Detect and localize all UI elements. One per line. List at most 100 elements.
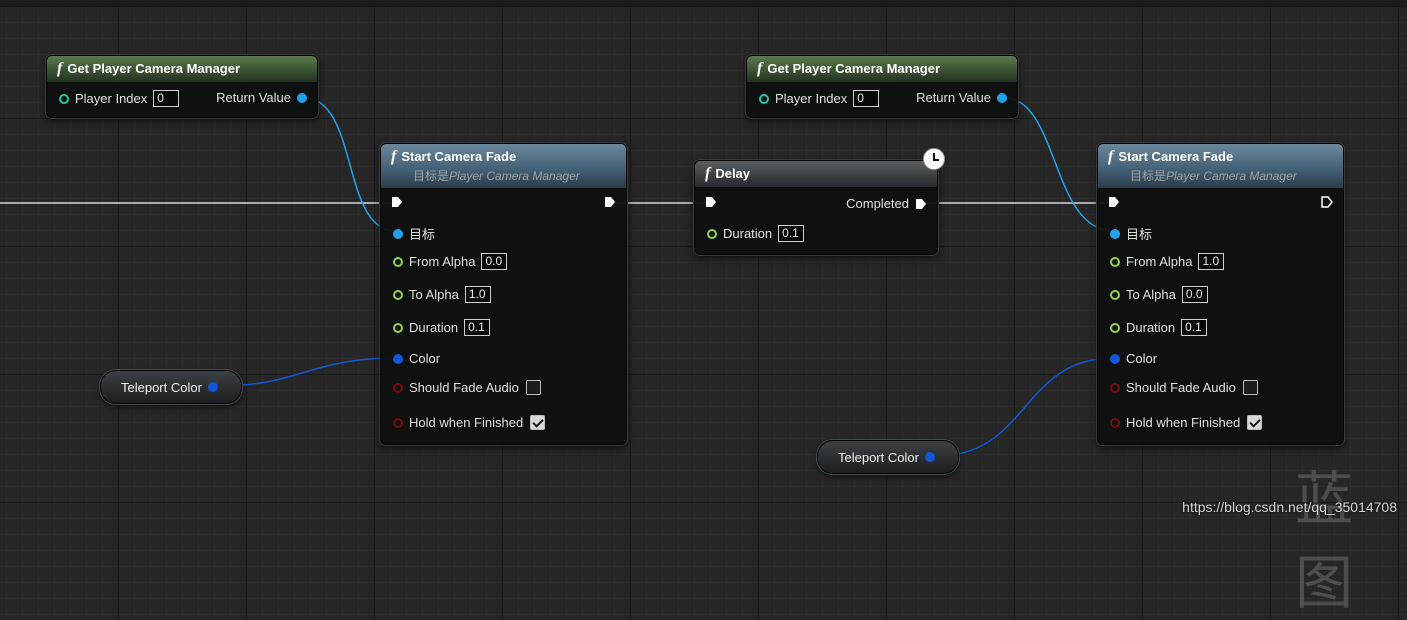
struct-pin-icon[interactable] (924, 452, 935, 462)
start-camera-fade-node-2[interactable]: f Start Camera Fade 目标是Player Camera Mana… (1097, 143, 1344, 445)
function-icon: f (705, 165, 711, 182)
watermark-big-text: 蓝图 (1295, 465, 1358, 617)
get-player-camera-manager-node-2[interactable]: f Get Player Camera Manager Player Index … (746, 55, 1018, 118)
object-pin-icon[interactable] (997, 92, 1007, 103)
color-pin-row[interactable]: Color (1110, 351, 1157, 366)
to-alpha-pin-row[interactable]: To Alpha 1.0 (393, 286, 491, 303)
pin-label: 目标 (1126, 227, 1153, 242)
struct-pin-icon[interactable] (207, 382, 218, 392)
int-pin-icon[interactable] (59, 93, 69, 104)
exec-in-pin-icon[interactable] (705, 196, 717, 208)
duration-input[interactable]: 0.1 (778, 225, 805, 242)
node-header[interactable]: f Start Camera Fade 目标是Player Camera Mana… (1098, 144, 1343, 188)
from-alpha-pin-row[interactable]: From Alpha 1.0 (1110, 253, 1225, 270)
clock-icon (923, 148, 945, 170)
from-alpha-pin-row[interactable]: From Alpha 0.0 (393, 253, 508, 270)
pin-label: Duration (723, 226, 773, 241)
teleport-color-variable-node-1[interactable]: Teleport Color (100, 370, 242, 404)
exec-in-pin-icon[interactable] (1108, 196, 1120, 208)
player-index-input[interactable]: 0 (153, 90, 180, 107)
hold-when-finished-checkbox[interactable] (1247, 415, 1263, 430)
object-pin-icon[interactable] (297, 92, 307, 103)
pin-label: Should Fade Audio (409, 380, 519, 395)
hold-when-finished-checkbox[interactable] (530, 415, 546, 430)
float-pin-icon[interactable] (393, 322, 403, 333)
pin-label: Color (1126, 351, 1158, 366)
color-wire-1[interactable] (217, 357, 397, 387)
color-pin-row[interactable]: Color (393, 351, 440, 366)
to-alpha-input[interactable]: 1.0 (464, 286, 491, 303)
float-pin-icon[interactable] (1110, 322, 1120, 333)
should-fade-audio-pin-row[interactable]: Should Fade Audio (1110, 380, 1258, 395)
from-alpha-input[interactable]: 1.0 (1198, 253, 1225, 270)
pin-label: To Alpha (1126, 287, 1176, 302)
pin-label: To Alpha (409, 287, 459, 302)
target-pin-row[interactable]: 目标 (1110, 224, 1152, 243)
should-fade-audio-checkbox[interactable] (525, 380, 541, 395)
teleport-color-variable-node-2[interactable]: Teleport Color (817, 440, 959, 474)
player-index-pin-row[interactable]: Player Index 0 (59, 90, 180, 107)
return-value-pin-row[interactable]: Return Value (916, 90, 1007, 105)
duration-pin-row[interactable]: Duration 0.1 (1110, 319, 1208, 336)
pin-label: Player Index (775, 91, 848, 106)
float-pin-icon[interactable] (393, 289, 403, 300)
hold-when-finished-pin-row[interactable]: Hold when Finished (1110, 415, 1263, 430)
float-pin-icon[interactable] (707, 228, 717, 239)
should-fade-audio-pin-row[interactable]: Should Fade Audio (393, 380, 541, 395)
duration-input[interactable]: 0.1 (1181, 319, 1208, 336)
int-pin-icon[interactable] (759, 93, 769, 104)
exec-in-pin-row[interactable] (705, 196, 723, 208)
exec-out-pin-row[interactable] (1321, 196, 1333, 208)
duration-pin-row[interactable]: Duration 0.1 (393, 319, 491, 336)
get-player-camera-manager-node-1[interactable]: f Get Player Camera Manager Player Index … (46, 55, 318, 118)
player-index-input[interactable]: 0 (853, 90, 880, 107)
player-index-pin-row[interactable]: Player Index 0 (759, 90, 880, 107)
duration-pin-row[interactable]: Duration 0.1 (707, 225, 805, 242)
color-wire-2[interactable] (935, 357, 1115, 457)
to-alpha-pin-row[interactable]: To Alpha 0.0 (1110, 286, 1208, 303)
node-header[interactable]: f Get Player Camera Manager (47, 56, 317, 82)
exec-out-pin-icon[interactable] (915, 198, 927, 210)
exec-out-pin-row[interactable] (604, 196, 616, 208)
delay-node[interactable]: f Delay Completed Duration 0.1 (694, 160, 938, 255)
bool-pin-icon[interactable] (393, 417, 403, 428)
variable-label: Teleport Color (121, 379, 202, 395)
exec-out-pin-icon[interactable] (1321, 196, 1333, 208)
to-alpha-input[interactable]: 0.0 (1181, 286, 1208, 303)
from-alpha-input[interactable]: 0.0 (481, 253, 508, 270)
float-pin-icon[interactable] (1110, 289, 1120, 300)
pin-label: From Alpha (1126, 254, 1193, 269)
hold-when-finished-pin-row[interactable]: Hold when Finished (393, 415, 546, 430)
pin-label: Duration (409, 320, 459, 335)
object-pin-icon[interactable] (1110, 228, 1120, 239)
should-fade-audio-checkbox[interactable] (1242, 380, 1258, 395)
bool-pin-icon[interactable] (1110, 382, 1120, 393)
exec-in-pin-icon[interactable] (391, 196, 403, 208)
float-pin-icon[interactable] (1110, 256, 1120, 267)
duration-input[interactable]: 0.1 (464, 319, 491, 336)
start-camera-fade-node-1[interactable]: f Start Camera Fade 目标是Player Camera Mana… (380, 143, 627, 445)
exec-out-pin-icon[interactable] (604, 196, 616, 208)
pin-label: 目标 (409, 227, 436, 242)
node-title: Start Camera Fade (1118, 149, 1234, 164)
node-title: Start Camera Fade (401, 149, 517, 164)
node-subtitle: 目标是Player Camera Manager (1130, 169, 1297, 183)
exec-in-pin-row[interactable] (1108, 196, 1126, 208)
variable-label: Teleport Color (838, 449, 919, 465)
object-pin-icon[interactable] (393, 228, 403, 239)
struct-pin-icon[interactable] (393, 353, 403, 364)
bool-pin-icon[interactable] (393, 382, 403, 393)
function-icon: f (57, 60, 63, 77)
float-pin-icon[interactable] (393, 256, 403, 267)
target-pin-row[interactable]: 目标 (393, 224, 435, 243)
node-header[interactable]: f Get Player Camera Manager (747, 56, 1017, 82)
node-header[interactable]: f Delay (695, 161, 937, 187)
node-header[interactable]: f Start Camera Fade 目标是Player Camera Mana… (381, 144, 626, 188)
struct-pin-icon[interactable] (1110, 353, 1120, 364)
bool-pin-icon[interactable] (1110, 417, 1120, 428)
return-value-pin-row[interactable]: Return Value (216, 90, 307, 105)
pin-label: From Alpha (409, 254, 476, 269)
node-subtitle: 目标是Player Camera Manager (413, 169, 580, 183)
completed-pin-row[interactable]: Completed (846, 196, 927, 211)
exec-in-pin-row[interactable] (391, 196, 409, 208)
